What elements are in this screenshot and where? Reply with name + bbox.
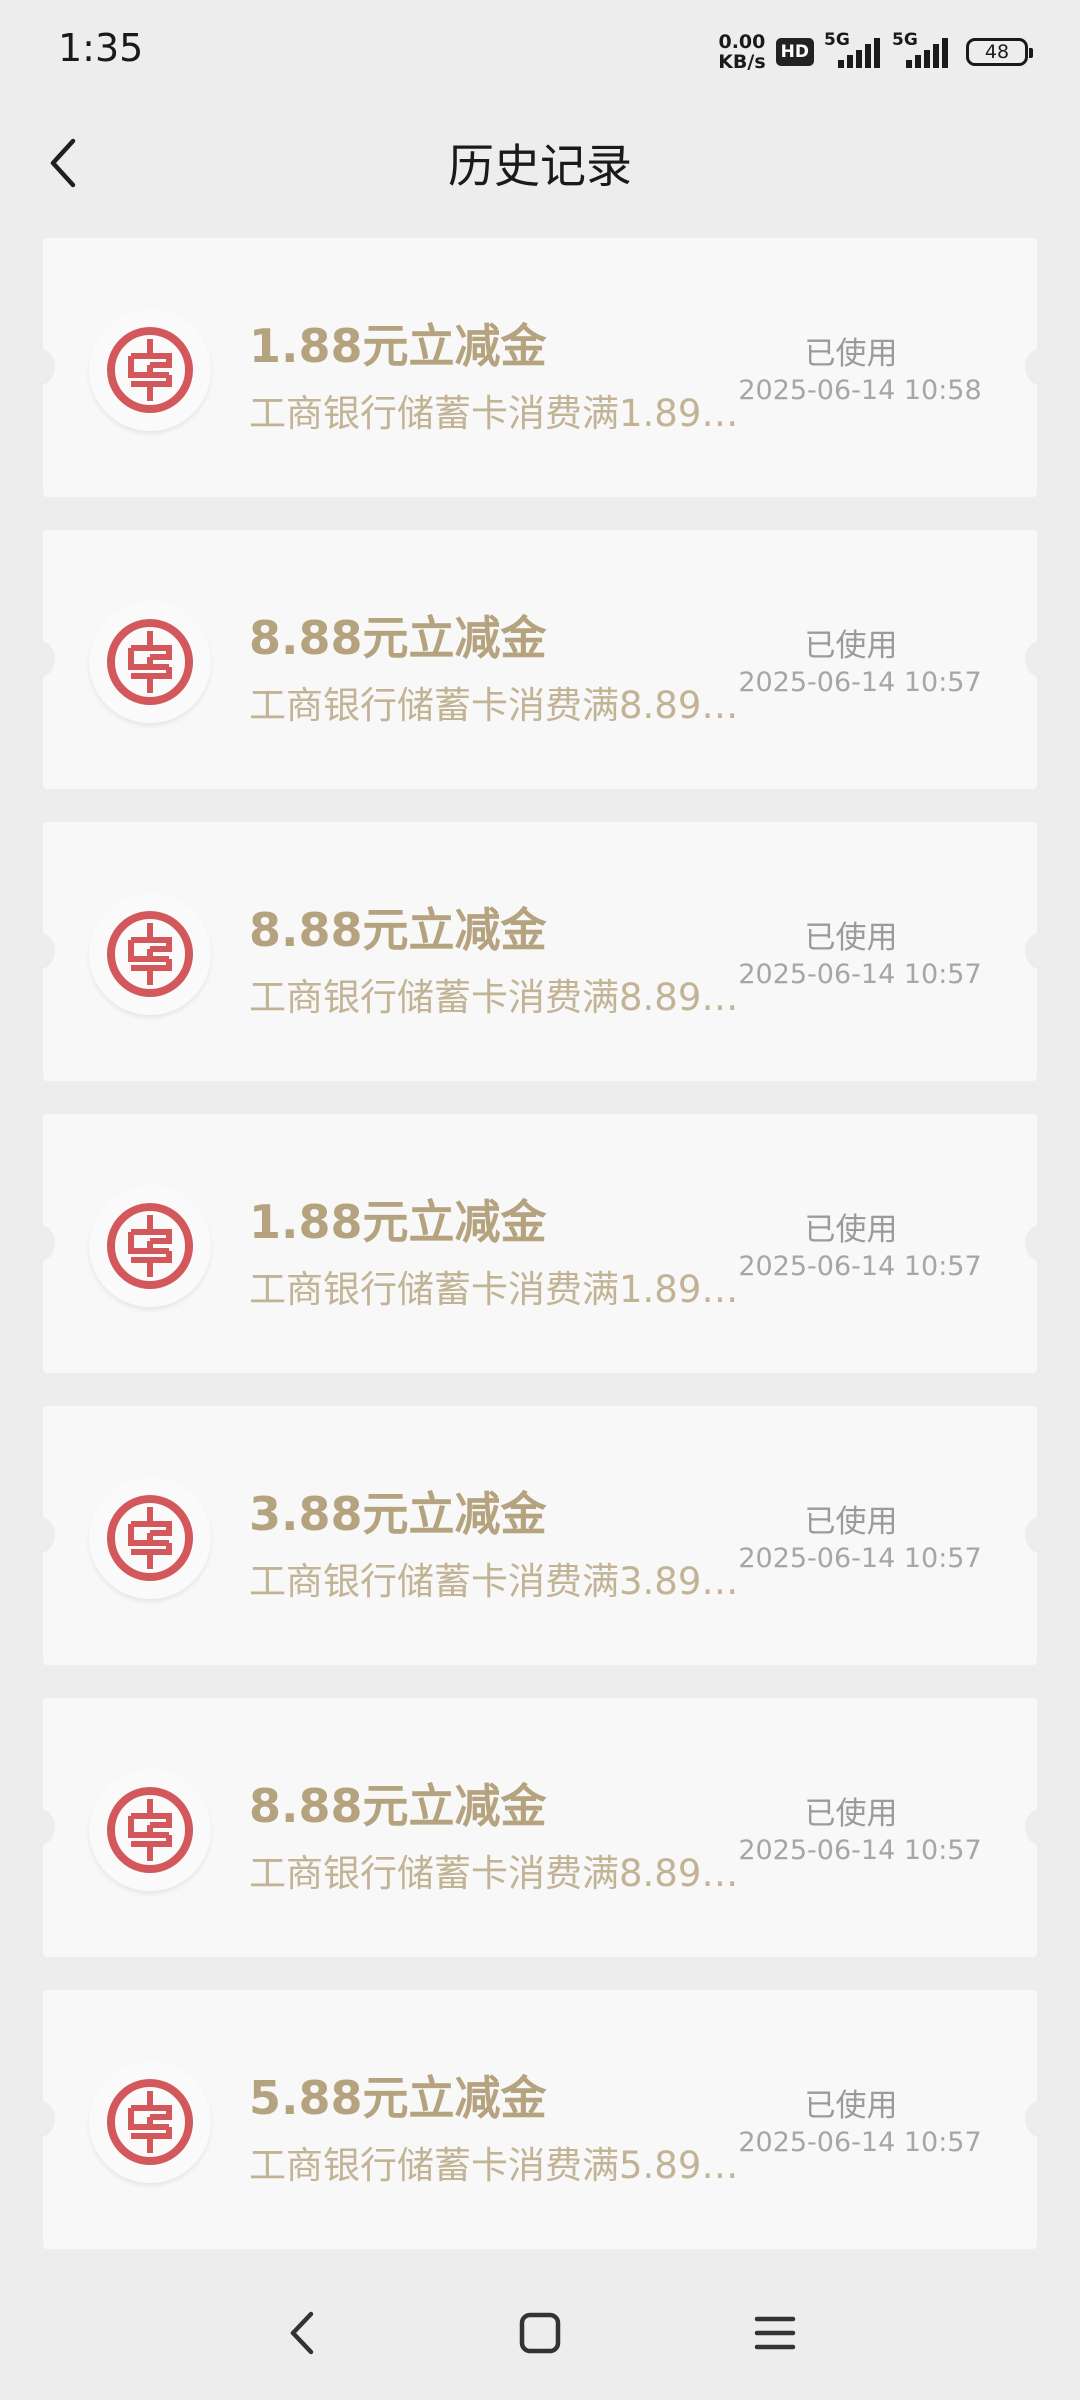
coupon-description: 工商银行储蓄卡消费满3.89元可用 — [249, 1560, 749, 1603]
ticket-notch — [1025, 1225, 1055, 1261]
network-speed-unit: KB/s — [718, 51, 766, 73]
icbc-logo-icon — [107, 619, 193, 705]
ticket-notch — [25, 349, 55, 385]
ticket-notch — [25, 1517, 55, 1553]
bank-logo — [89, 309, 211, 431]
nav-menu-icon — [754, 2316, 796, 2350]
coupon-used-time: 2025-06-14 10:57 — [738, 1251, 982, 1282]
network-speed-value: 0.00 — [718, 31, 766, 53]
bank-logo — [89, 1477, 211, 1599]
status-time: 1:35 — [58, 26, 144, 70]
coupon-description: 工商银行储蓄卡消费满8.89元可用 — [249, 1852, 749, 1895]
icbc-logo-icon — [107, 911, 193, 997]
coupon-title: 8.88元立减金 — [249, 903, 547, 957]
ticket-notch — [25, 933, 55, 969]
coupon-status: 已使用 — [804, 336, 898, 372]
coupon-title: 3.88元立减金 — [249, 1487, 547, 1541]
bank-logo — [89, 1769, 211, 1891]
coupon-title: 1.88元立减金 — [249, 1195, 547, 1249]
coupon-card[interactable]: 1.88元立减金 工商银行储蓄卡消费满1.89元可用 已使用 2025-06-1… — [25, 238, 1055, 497]
ticket-notch — [25, 641, 55, 677]
coupon-used-time: 2025-06-14 10:57 — [738, 959, 982, 990]
coupon-card[interactable]: 8.88元立减金 工商银行储蓄卡消费满8.89元可用 已使用 2025-06-1… — [25, 530, 1055, 789]
bank-logo — [89, 2061, 211, 2183]
ticket-notch — [1025, 1809, 1055, 1845]
coupon-title: 8.88元立减金 — [249, 611, 547, 665]
coupon-title: 5.88元立减金 — [249, 2071, 547, 2125]
ticket-notch — [1025, 1517, 1055, 1553]
signal-icon: 5G — [824, 30, 882, 72]
coupon-card[interactable]: 8.88元立减金 工商银行储蓄卡消费满8.89元可用 已使用 2025-06-1… — [25, 822, 1055, 1081]
header: 历史记录 — [0, 110, 1080, 210]
coupon-card[interactable]: 1.88元立减金 工商银行储蓄卡消费满1.89元可用 已使用 2025-06-1… — [25, 1114, 1055, 1373]
nav-menu-button[interactable] — [740, 2298, 810, 2368]
ticket-notch — [25, 1225, 55, 1261]
status-icons: 0.00 KB/s HD 5G 5G 48 — [718, 30, 1033, 74]
icbc-logo-icon — [107, 1787, 193, 1873]
coupon-used-time: 2025-06-14 10:57 — [738, 1835, 982, 1866]
icbc-logo-icon — [107, 2079, 193, 2165]
coupon-used-time: 2025-06-14 10:57 — [738, 667, 982, 698]
bank-logo — [89, 893, 211, 1015]
icbc-logo-icon — [107, 1495, 193, 1581]
coupon-title: 1.88元立减金 — [249, 319, 547, 373]
coupon-used-time: 2025-06-14 10:57 — [738, 1543, 982, 1574]
coupon-card[interactable]: 8.88元立减金 工商银行储蓄卡消费满8.89元可用 已使用 2025-06-1… — [25, 1698, 1055, 1957]
ticket-notch — [1025, 2101, 1055, 2137]
nav-home-button[interactable] — [505, 2298, 575, 2368]
coupon-title: 8.88元立减金 — [249, 1779, 547, 1833]
coupon-description: 工商银行储蓄卡消费满8.89元可用 — [249, 684, 749, 727]
bank-logo — [89, 601, 211, 723]
coupon-used-time: 2025-06-14 10:58 — [738, 375, 982, 406]
coupon-description: 工商银行储蓄卡消费满1.89元可用 — [249, 392, 749, 435]
status-bar: 1:35 0.00 KB/s HD 5G 5G 48 — [0, 0, 1080, 100]
coupon-description: 工商银行储蓄卡消费满5.89元可用 — [249, 2144, 749, 2187]
coupon-status: 已使用 — [804, 1796, 898, 1832]
ticket-notch — [1025, 349, 1055, 385]
coupon-status: 已使用 — [804, 2088, 898, 2124]
system-nav-bar — [0, 2270, 1080, 2400]
coupon-used-time: 2025-06-14 10:57 — [738, 2127, 982, 2158]
page-title: 历史记录 — [448, 139, 632, 193]
nav-home-icon — [519, 2312, 561, 2354]
coupon-card[interactable]: 3.88元立减金 工商银行储蓄卡消费满3.89元可用 已使用 2025-06-1… — [25, 1406, 1055, 1665]
icbc-logo-icon — [107, 1203, 193, 1289]
bank-logo — [89, 1185, 211, 1307]
ticket-notch — [25, 2101, 55, 2137]
coupon-card[interactable]: 5.88元立减金 工商银行储蓄卡消费满5.89元可用 已使用 2025-06-1… — [25, 1990, 1055, 2249]
coupon-status: 已使用 — [804, 1212, 898, 1248]
ticket-notch — [1025, 641, 1055, 677]
coupon-status: 已使用 — [804, 628, 898, 664]
ticket-notch — [25, 1809, 55, 1845]
coupon-status: 已使用 — [804, 920, 898, 956]
ticket-notch — [1025, 933, 1055, 969]
icbc-logo-icon — [107, 327, 193, 413]
hd-voice-icon: HD — [775, 38, 814, 66]
coupon-status: 已使用 — [804, 1504, 898, 1540]
coupon-description: 工商银行储蓄卡消费满1.89元可用 — [249, 1268, 749, 1311]
nav-back-icon — [290, 2311, 314, 2355]
nav-back-button[interactable] — [268, 2298, 338, 2368]
signal-icon: 5G — [892, 30, 950, 72]
network-speed: 0.00 KB/s — [718, 32, 765, 72]
battery-level: 48 — [984, 41, 1010, 63]
battery-icon: 48 — [966, 38, 1033, 66]
coupon-list: 1.88元立减金 工商银行储蓄卡消费满1.89元可用 已使用 2025-06-1… — [25, 238, 1055, 2282]
coupon-description: 工商银行储蓄卡消费满8.89元可用 — [249, 976, 749, 1019]
